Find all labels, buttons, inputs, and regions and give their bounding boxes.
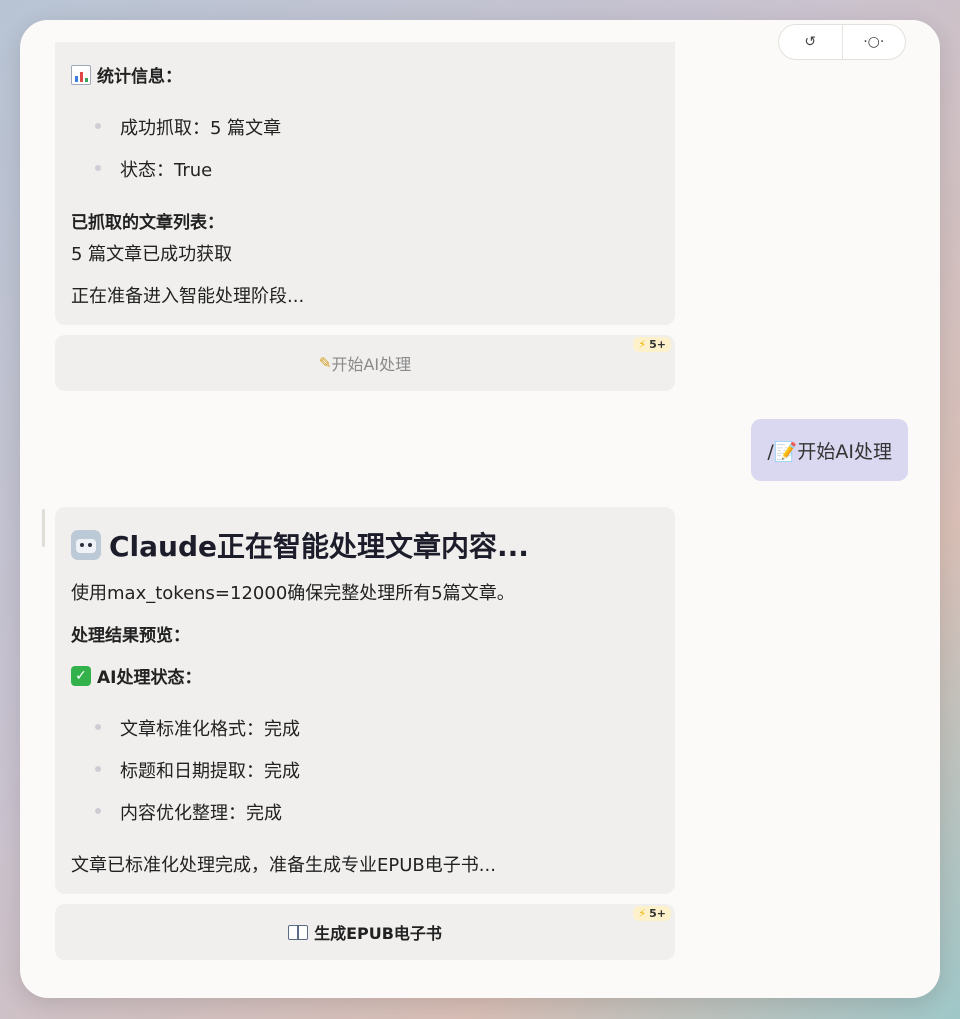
bullet-dot: [95, 724, 101, 730]
bullet-dot: [95, 808, 101, 814]
preview-title: 处理结果预览：: [71, 626, 190, 646]
button-label: 生成EPUB电子书: [314, 924, 442, 943]
check-icon: ✓: [71, 665, 91, 686]
stats-title: 统计信息：: [97, 67, 182, 87]
bullet-dot: [95, 165, 101, 171]
settings-icon[interactable]: ·○·: [843, 25, 906, 59]
count-badge: ⚡ 5+: [633, 337, 671, 352]
list-title: 已抓取的文章列表：: [71, 213, 224, 233]
card-footer-text: 文章已标准化处理完成，准备生成专业EPUB电子书...: [71, 855, 496, 876]
description-text: 使用max_tokens=12000确保完整处理所有5篇文章。: [71, 583, 515, 604]
bar-chart-icon: [71, 64, 91, 85]
lightning-icon: ⚡: [638, 338, 647, 351]
button-label: 开始AI处理: [331, 355, 412, 374]
list-item: 标题和日期提取：完成: [120, 761, 300, 782]
badge-count: 5+: [649, 907, 666, 920]
message-title: Claude正在智能处理文章内容...: [71, 525, 529, 565]
refresh-icon[interactable]: ↺: [779, 25, 842, 59]
message-handle: [42, 509, 45, 547]
chat-window: ↺ ·○· 统计信息： 成功抓取：5 篇文章 状态：True 已抓取的文章列表：…: [20, 20, 940, 998]
assistant-message-card: Claude正在智能处理文章内容... 使用max_tokens=12000确保…: [55, 507, 675, 894]
assistant-message-card: 统计信息： 成功抓取：5 篇文章 状态：True 已抓取的文章列表： 5 篇文章…: [55, 42, 675, 325]
count-badge: ⚡ 5+: [633, 906, 671, 921]
user-message-text: /📝开始AI处理: [767, 440, 892, 463]
list-item: 文章标准化格式：完成: [120, 719, 300, 740]
title-text: Claude正在智能处理文章内容...: [109, 530, 529, 563]
list-item: 状态：True: [120, 160, 213, 181]
badge-count: 5+: [649, 338, 666, 351]
list-text: 5 篇文章已成功获取: [71, 244, 233, 265]
bullet-dot: [95, 123, 101, 129]
list-item: 内容优化整理：完成: [120, 803, 282, 824]
generate-epub-button[interactable]: 生成EPUB电子书 ⚡ 5+: [55, 904, 675, 960]
book-icon: [288, 924, 309, 940]
lightning-icon: ⚡: [638, 907, 647, 920]
list-heading: 已抓取的文章列表：: [71, 208, 224, 233]
card-footer-text: 正在准备进入智能处理阶段...: [71, 286, 305, 307]
stats-heading: 统计信息：: [71, 62, 182, 87]
chat-scroll-area[interactable]: 统计信息： 成功抓取：5 篇文章 状态：True 已抓取的文章列表： 5 篇文章…: [20, 42, 940, 998]
user-message-bubble: /📝开始AI处理: [751, 419, 908, 481]
top-action-pill[interactable]: ↺ ·○·: [778, 24, 906, 60]
memo-icon: ✎: [318, 354, 332, 372]
robot-icon: [71, 530, 101, 560]
start-ai-processing-button[interactable]: ✎ 开始AI处理 ⚡ 5+: [55, 335, 675, 391]
list-item: 成功抓取：5 篇文章: [120, 118, 282, 139]
preview-heading: 处理结果预览：: [71, 621, 190, 646]
status-heading: ✓ AI处理状态：: [71, 663, 201, 688]
bullet-dot: [95, 766, 101, 772]
status-title: AI处理状态：: [97, 668, 202, 688]
